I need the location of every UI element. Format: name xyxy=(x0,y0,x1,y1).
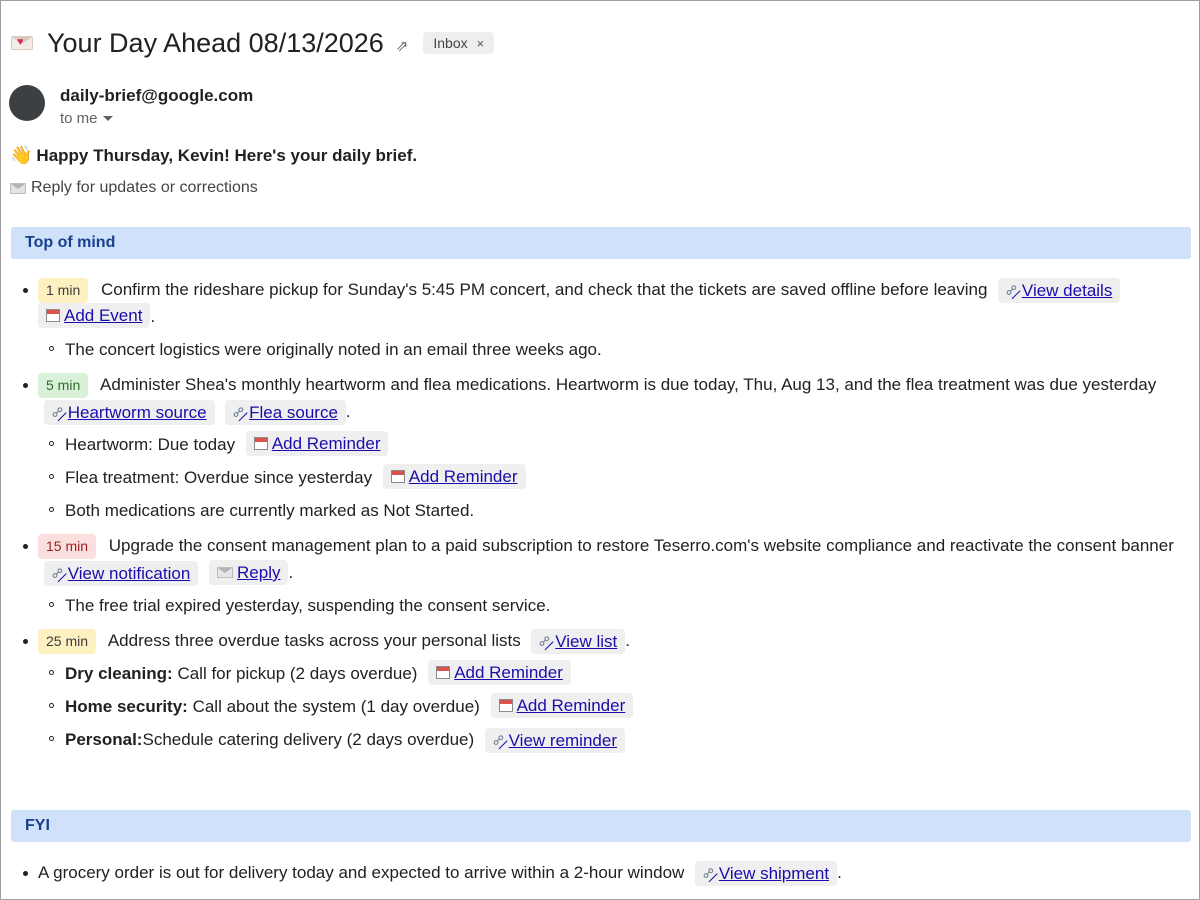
add-reminder-link[interactable]: Add Reminder xyxy=(490,693,634,718)
sub-list-item: The free trial expired yesterday, suspen… xyxy=(38,592,1193,619)
sub-list-item: Heartworm: Due today Add Reminder xyxy=(38,431,1193,458)
sender-email[interactable]: daily-brief@google.com xyxy=(60,87,253,104)
remove-label-icon[interactable]: × xyxy=(477,36,485,51)
period: . xyxy=(837,863,842,882)
list-item: 15 min Upgrade the consent management pl… xyxy=(1,532,1199,619)
sub-list-item: Personal:Schedule catering delivery (2 d… xyxy=(38,726,1193,753)
view-reminder-link[interactable]: ⚯ View reminder xyxy=(484,728,625,753)
reply-link[interactable]: Reply xyxy=(209,560,289,585)
sub-list-item: Home security: Call about the system (1 … xyxy=(38,693,1193,720)
item-text: A grocery order is out for delivery toda… xyxy=(38,863,685,882)
view-shipment-link[interactable]: ⚯ View shipment xyxy=(695,861,838,886)
sub-list-item: Both medications are currently marked as… xyxy=(38,497,1193,524)
add-reminder-link[interactable]: Add Reminder xyxy=(245,431,389,456)
list-item: 1 min Confirm the rideshare pickup for S… xyxy=(1,276,1199,363)
heartworm-source-link[interactable]: ⚯ Heartworm source xyxy=(44,400,215,425)
add-event-link[interactable]: Add Event xyxy=(38,303,151,328)
time-badge: 25 min xyxy=(38,629,97,654)
calendar-icon xyxy=(436,666,451,679)
envelope-heart-icon: ♥ xyxy=(11,34,35,52)
link-label: Add Reminder xyxy=(408,467,518,486)
envelope-icon xyxy=(217,567,234,578)
importance-arrow-icon[interactable]: ⇗ xyxy=(396,37,409,55)
email-view: ♥ Your Day Ahead 08/13/2026 ⇗ Inbox × da… xyxy=(1,1,1199,899)
top-of-mind-list: 1 min Confirm the rideshare pickup for S… xyxy=(1,276,1199,759)
time-badge: 5 min xyxy=(38,373,89,398)
greeting-line: 👋 Happy Thursday, Kevin! Here's your dai… xyxy=(10,145,417,166)
sub-item-text: Call for pickup (2 days overdue) xyxy=(177,664,418,683)
link-label: Add Reminder xyxy=(516,696,626,715)
sub-item-label: Dry cleaning: xyxy=(65,664,173,683)
link-label: Flea source xyxy=(249,403,338,422)
subject-row: ♥ Your Day Ahead 08/13/2026 ⇗ Inbox × xyxy=(11,23,495,63)
section-header-fyi: FYI xyxy=(11,810,1191,842)
sub-item-label: Personal: xyxy=(65,730,143,749)
item-text: Confirm the rideshare pickup for Sunday'… xyxy=(100,280,988,299)
sub-item-text: Heartworm: Due today xyxy=(65,435,236,454)
flea-source-link[interactable]: ⚯ Flea source xyxy=(225,400,346,425)
recipient-details[interactable]: to me xyxy=(60,111,253,126)
sub-item-label: Home security: xyxy=(65,697,188,716)
section-header-top-of-mind: Top of mind xyxy=(11,227,1191,259)
sub-list-item: Dry cleaning: Call for pickup (2 days ov… xyxy=(38,660,1193,687)
inbox-label-chip[interactable]: Inbox × xyxy=(423,32,495,54)
list-item: 5 min Administer Shea's monthly heartwor… xyxy=(1,371,1199,524)
calendar-icon xyxy=(390,470,405,483)
sub-item-text: Call about the system (1 day overdue) xyxy=(192,697,480,716)
period: . xyxy=(345,402,351,421)
add-reminder-link[interactable]: Add Reminder xyxy=(428,660,571,685)
item-text: Administer Shea's monthly heartworm and … xyxy=(100,375,1157,394)
waving-hand-icon: 👋 xyxy=(10,145,33,165)
fyi-list: A grocery order is out for delivery toda… xyxy=(1,859,1199,886)
link-label: Reply xyxy=(237,563,281,582)
item-text: Upgrade the consent management plan to a… xyxy=(108,536,1174,555)
period: . xyxy=(625,631,630,650)
link-label: View details xyxy=(1021,281,1113,300)
link-label: Add Event xyxy=(64,306,143,325)
list-item: A grocery order is out for delivery toda… xyxy=(1,859,1199,886)
sub-item-text: Schedule catering delivery (2 days overd… xyxy=(142,730,475,749)
view-notification-link[interactable]: ⚯ View notification xyxy=(44,561,199,586)
calendar-icon xyxy=(498,699,513,712)
view-details-link[interactable]: ⚯ View details xyxy=(998,278,1121,303)
period: . xyxy=(150,307,156,326)
view-list-link[interactable]: ⚯ View list xyxy=(531,629,626,654)
add-reminder-link[interactable]: Add Reminder xyxy=(382,464,526,489)
link-label: Add Reminder xyxy=(454,663,563,682)
reply-note-line: Reply for updates or corrections xyxy=(10,179,258,197)
time-badge: 1 min xyxy=(38,278,89,303)
calendar-icon xyxy=(253,437,268,450)
sub-list-item: The concert logistics were originally no… xyxy=(38,336,1193,363)
reply-note-text: Reply for updates or corrections xyxy=(31,179,258,196)
chevron-down-icon[interactable] xyxy=(102,116,113,121)
time-badge: 15 min xyxy=(38,534,97,559)
sender-row: daily-brief@google.com to me xyxy=(9,85,253,126)
link-label: View notification xyxy=(67,564,191,583)
recipient-text: to me xyxy=(60,110,98,127)
sub-item-text: Flea treatment: Overdue since yesterday xyxy=(65,468,373,487)
greeting-text: Happy Thursday, Kevin! Here's your daily… xyxy=(36,145,418,165)
link-label: View list xyxy=(555,632,618,651)
link-label: View shipment xyxy=(718,864,830,883)
link-label: View reminder xyxy=(508,731,617,750)
period: . xyxy=(288,563,294,582)
sender-avatar[interactable] xyxy=(9,85,45,121)
inbox-label-text: Inbox xyxy=(433,35,468,51)
sub-list-item: Flea treatment: Overdue since yesterday … xyxy=(38,464,1193,491)
link-label: Add Reminder xyxy=(271,434,381,453)
link-label: Heartworm source xyxy=(67,403,207,422)
item-text: Address three overdue tasks across your … xyxy=(107,631,521,650)
list-item: 25 min Address three overdue tasks acros… xyxy=(1,627,1199,753)
calendar-icon xyxy=(46,309,60,322)
email-subject: Your Day Ahead 08/13/2026 xyxy=(47,27,384,58)
envelope-icon xyxy=(10,182,26,194)
